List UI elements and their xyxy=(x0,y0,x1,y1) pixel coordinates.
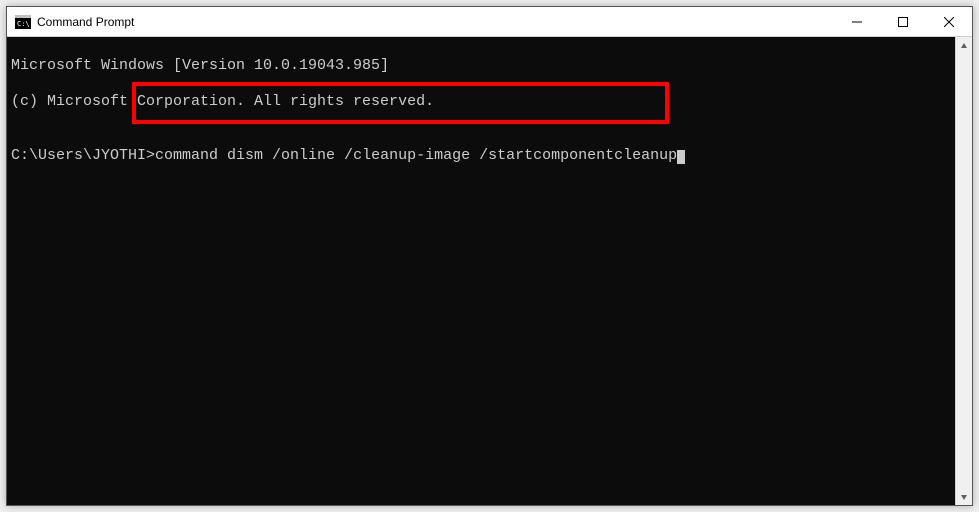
maximize-button[interactable] xyxy=(880,7,926,36)
scroll-up-button[interactable] xyxy=(956,37,972,54)
terminal-output[interactable]: Microsoft Windows [Version 10.0.19043.98… xyxy=(7,37,955,505)
version-line: Microsoft Windows [Version 10.0.19043.98… xyxy=(11,57,951,75)
close-button[interactable] xyxy=(926,7,972,36)
scroll-down-button[interactable] xyxy=(956,488,972,505)
copyright-line: (c) Microsoft Corporation. All rights re… xyxy=(11,93,951,111)
window-controls xyxy=(834,7,972,36)
prompt-path: C:\Users\JYOTHI> xyxy=(11,147,155,164)
cmd-icon: C:\ xyxy=(15,14,31,30)
command-prompt-window: C:\ Command Prompt Microsoft Windows [Ve… xyxy=(6,6,973,506)
titlebar[interactable]: C:\ Command Prompt xyxy=(7,7,972,37)
prompt-line: C:\Users\JYOTHI>command dism /online /cl… xyxy=(11,147,951,165)
typed-command: command dism /online /cleanup-image /sta… xyxy=(155,147,677,164)
client-area: Microsoft Windows [Version 10.0.19043.98… xyxy=(7,37,972,505)
vertical-scrollbar[interactable] xyxy=(955,37,972,505)
minimize-button[interactable] xyxy=(834,7,880,36)
scroll-track[interactable] xyxy=(956,54,972,488)
window-title: Command Prompt xyxy=(37,7,834,37)
cursor xyxy=(677,150,685,164)
svg-text:C:\: C:\ xyxy=(17,20,30,28)
